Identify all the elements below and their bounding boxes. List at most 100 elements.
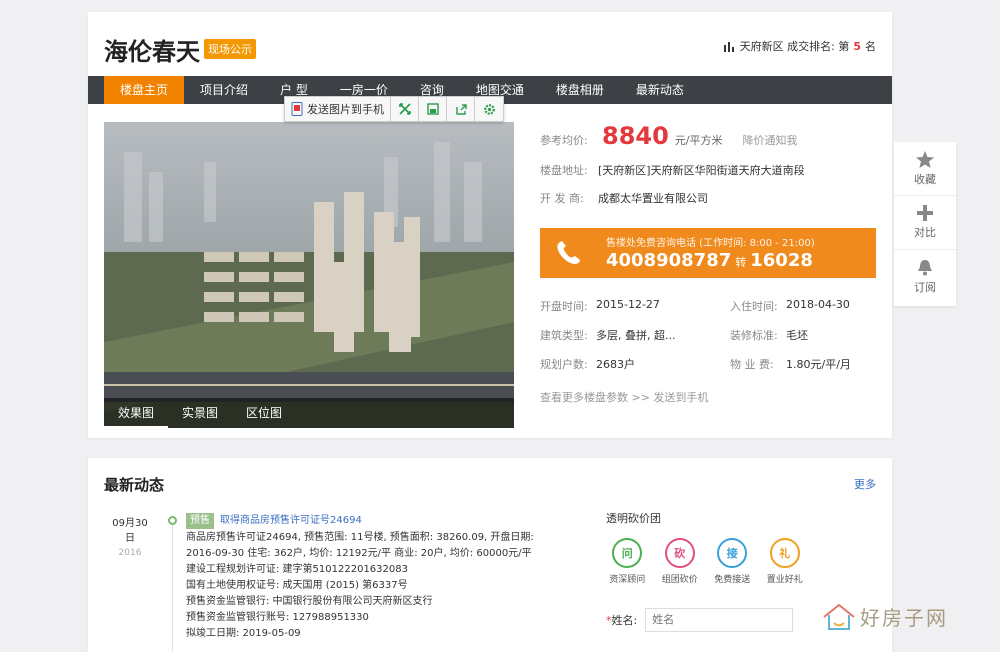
open-date-value: 2015-12-27 xyxy=(596,298,660,311)
bargain-icon: 砍 xyxy=(664,538,695,568)
house-logo-icon xyxy=(823,603,855,630)
bargain-group: 透明砍价团 问资深顾问砍组团砍价接免费接送礼置业好礼 xyxy=(606,510,806,585)
news-line: 拟竣工日期: 2019-05-09 xyxy=(186,628,301,639)
nav-home[interactable]: 楼盘主页 xyxy=(104,76,185,104)
rank-number: 5 xyxy=(853,39,861,53)
project-header-card: 海伦春天 现场公示 天府新区 成交排名: 第5名 楼盘主页 项目介绍 户 型 一… xyxy=(88,12,892,438)
news-line: 预售资金监管银行账号: 127988951330 xyxy=(186,612,369,623)
decoration-label: 装修标准: xyxy=(730,329,778,342)
news-card: 最新动态 更多 09月30 日 2016 预售 取得商品房预售许可证号24694… xyxy=(88,458,892,652)
news-date-d: 日 xyxy=(125,533,135,544)
price-unit: 元/平方米 xyxy=(674,134,723,147)
plus-icon xyxy=(917,205,933,221)
hero-tabs: 效果图 实景图 区位图 xyxy=(104,398,514,428)
units-value: 2683户 xyxy=(596,358,635,371)
share-button[interactable] xyxy=(447,97,475,121)
news-date-year: 2016 xyxy=(118,548,142,558)
expand-icon xyxy=(398,103,411,115)
name-input[interactable] xyxy=(645,608,794,632)
rank-prefix: 天府新区 成交排名: 第 xyxy=(739,40,850,53)
subscribe-label: 订阅 xyxy=(914,281,936,294)
move-in-label: 入住时间: xyxy=(730,300,778,313)
send-label: 发送图片到手机 xyxy=(307,103,384,116)
bargain-item[interactable]: 礼置业好礼 xyxy=(764,538,807,585)
site-watermark: 好房子网 xyxy=(822,602,948,631)
news-line: 商品房预售许可证24694, 预售范围: 11号楼, 预售面积: 38260.0… xyxy=(186,532,534,543)
news-line: 建设工程规划许可证: 建字第510122201632083 xyxy=(186,564,408,575)
save-button[interactable] xyxy=(419,97,447,121)
bargain-item[interactable]: 接免费接送 xyxy=(711,538,754,585)
bargain-icon: 问 xyxy=(612,538,643,568)
news-line: 2016-09-30 住宅: 362户, 均价: 12192元/平 商业: 20… xyxy=(186,548,532,559)
tab-rendering[interactable]: 效果图 xyxy=(104,398,169,428)
decoration-value: 毛坯 xyxy=(786,329,808,342)
side-toolbar: 收藏 对比 订阅 xyxy=(894,142,956,306)
project-details: 开盘时间: 2015-12-27 入住时间: 2018-04-30 建筑类型: 多层,… xyxy=(540,298,880,385)
address-label: 楼盘地址: xyxy=(540,164,588,177)
hero-image[interactable]: 效果图 实景图 区位图 xyxy=(104,122,514,428)
save-icon xyxy=(426,103,439,115)
news-date: 09月30 日 2016 xyxy=(110,514,150,558)
bargain-label: 免费接送 xyxy=(714,575,751,585)
image-toolbar-popup: 发送图片到手机 xyxy=(284,96,504,122)
phone-qr-icon xyxy=(291,102,303,116)
news-more-link[interactable]: 更多 xyxy=(854,476,876,492)
settings-button[interactable] xyxy=(475,97,503,121)
bargain-item[interactable]: 问资深顾问 xyxy=(606,538,649,585)
bargain-item[interactable]: 砍组团砍价 xyxy=(659,538,702,585)
rank-suffix: 名 xyxy=(865,40,876,53)
hotline-banner[interactable]: 售楼处免费咨询电话 (工作时间: 8:00 - 21:00) 400890878… xyxy=(540,228,876,278)
news-date-md: 09月30 xyxy=(112,518,148,529)
nav-intro[interactable]: 项目介绍 xyxy=(184,76,264,104)
name-field-row: * 姓名: xyxy=(606,608,794,632)
hotline-caption: 售楼处免费咨询电话 (工作时间: 8:00 - 21:00) xyxy=(606,238,815,249)
send-to-phone-button[interactable]: 发送图片到手机 xyxy=(285,97,391,121)
developer-label: 开 发 商: xyxy=(540,192,584,205)
rendering-image xyxy=(104,122,514,428)
compare-button[interactable]: 对比 xyxy=(894,196,956,250)
bargain-label: 组团砍价 xyxy=(661,575,698,585)
name-label: 姓名: xyxy=(611,614,638,627)
more-params-link[interactable]: 查看更多楼盘参数 >> 发送到手机 xyxy=(540,389,708,405)
price-row: 参考均价: 8840 元/平方米 降价通知我 xyxy=(540,122,880,150)
address-value: [天府新区]天府新区华阳街道天府大道南段 xyxy=(598,164,805,177)
bargain-label: 置业好礼 xyxy=(766,575,803,585)
price-drop-notify-link[interactable]: 降价通知我 xyxy=(743,132,798,148)
hotline-main-number: 4008908787 xyxy=(606,250,732,271)
timeline-line xyxy=(172,516,173,652)
expand-button[interactable] xyxy=(391,97,419,121)
hotline-zhuan: 转 xyxy=(735,256,747,269)
price-value: 8840 xyxy=(602,122,669,150)
news-headline-link[interactable]: 取得商品房预售许可证号24694 xyxy=(220,513,362,529)
property-fee-label: 物 业 费: xyxy=(730,358,774,371)
building-type-label: 建筑类型: xyxy=(540,329,588,342)
bargain-icons: 问资深顾问砍组团砍价接免费接送礼置业好礼 xyxy=(606,538,806,585)
favorite-button[interactable]: 收藏 xyxy=(894,142,956,196)
bar-chart-icon xyxy=(723,41,734,52)
nav-album[interactable]: 楼盘相册 xyxy=(540,76,620,104)
star-icon xyxy=(916,150,934,168)
tab-location[interactable]: 区位图 xyxy=(232,398,296,428)
subscribe-button[interactable]: 订阅 xyxy=(894,250,956,304)
rank-info: 天府新区 成交排名: 第5名 xyxy=(723,38,876,54)
bell-icon xyxy=(918,260,932,276)
watermark-text: 好房子网 xyxy=(860,606,948,630)
status-badge[interactable]: 现场公示 xyxy=(204,39,256,59)
news-line: 国有土地使用权证号: 成天国用 (2015) 第6337号 xyxy=(186,580,408,591)
price-label: 参考均价: xyxy=(540,134,588,147)
move-in-value: 2018-04-30 xyxy=(786,298,850,311)
tab-real-photos[interactable]: 实景图 xyxy=(168,398,232,428)
gear-icon xyxy=(483,103,495,115)
compare-label: 对比 xyxy=(914,226,936,239)
timeline-dot xyxy=(168,516,177,525)
developer-value: 成都太华置业有限公司 xyxy=(598,192,708,205)
address-row: 楼盘地址: [天府新区]天府新区华阳街道天府大道南段 xyxy=(540,162,880,178)
nav-news[interactable]: 最新动态 xyxy=(620,76,700,104)
hotline-extension: 16028 xyxy=(750,250,813,271)
news-line: 预售资金监管银行: 中国银行股份有限公司天府新区支行 xyxy=(186,596,433,607)
price-info: 参考均价: 8840 元/平方米 降价通知我 楼盘地址: [天府新区]天府新区华… xyxy=(540,122,880,218)
favorite-label: 收藏 xyxy=(914,172,936,186)
bargain-icon: 接 xyxy=(717,538,748,568)
open-date-label: 开盘时间: xyxy=(540,300,588,313)
news-section-title: 最新动态 xyxy=(104,476,165,494)
